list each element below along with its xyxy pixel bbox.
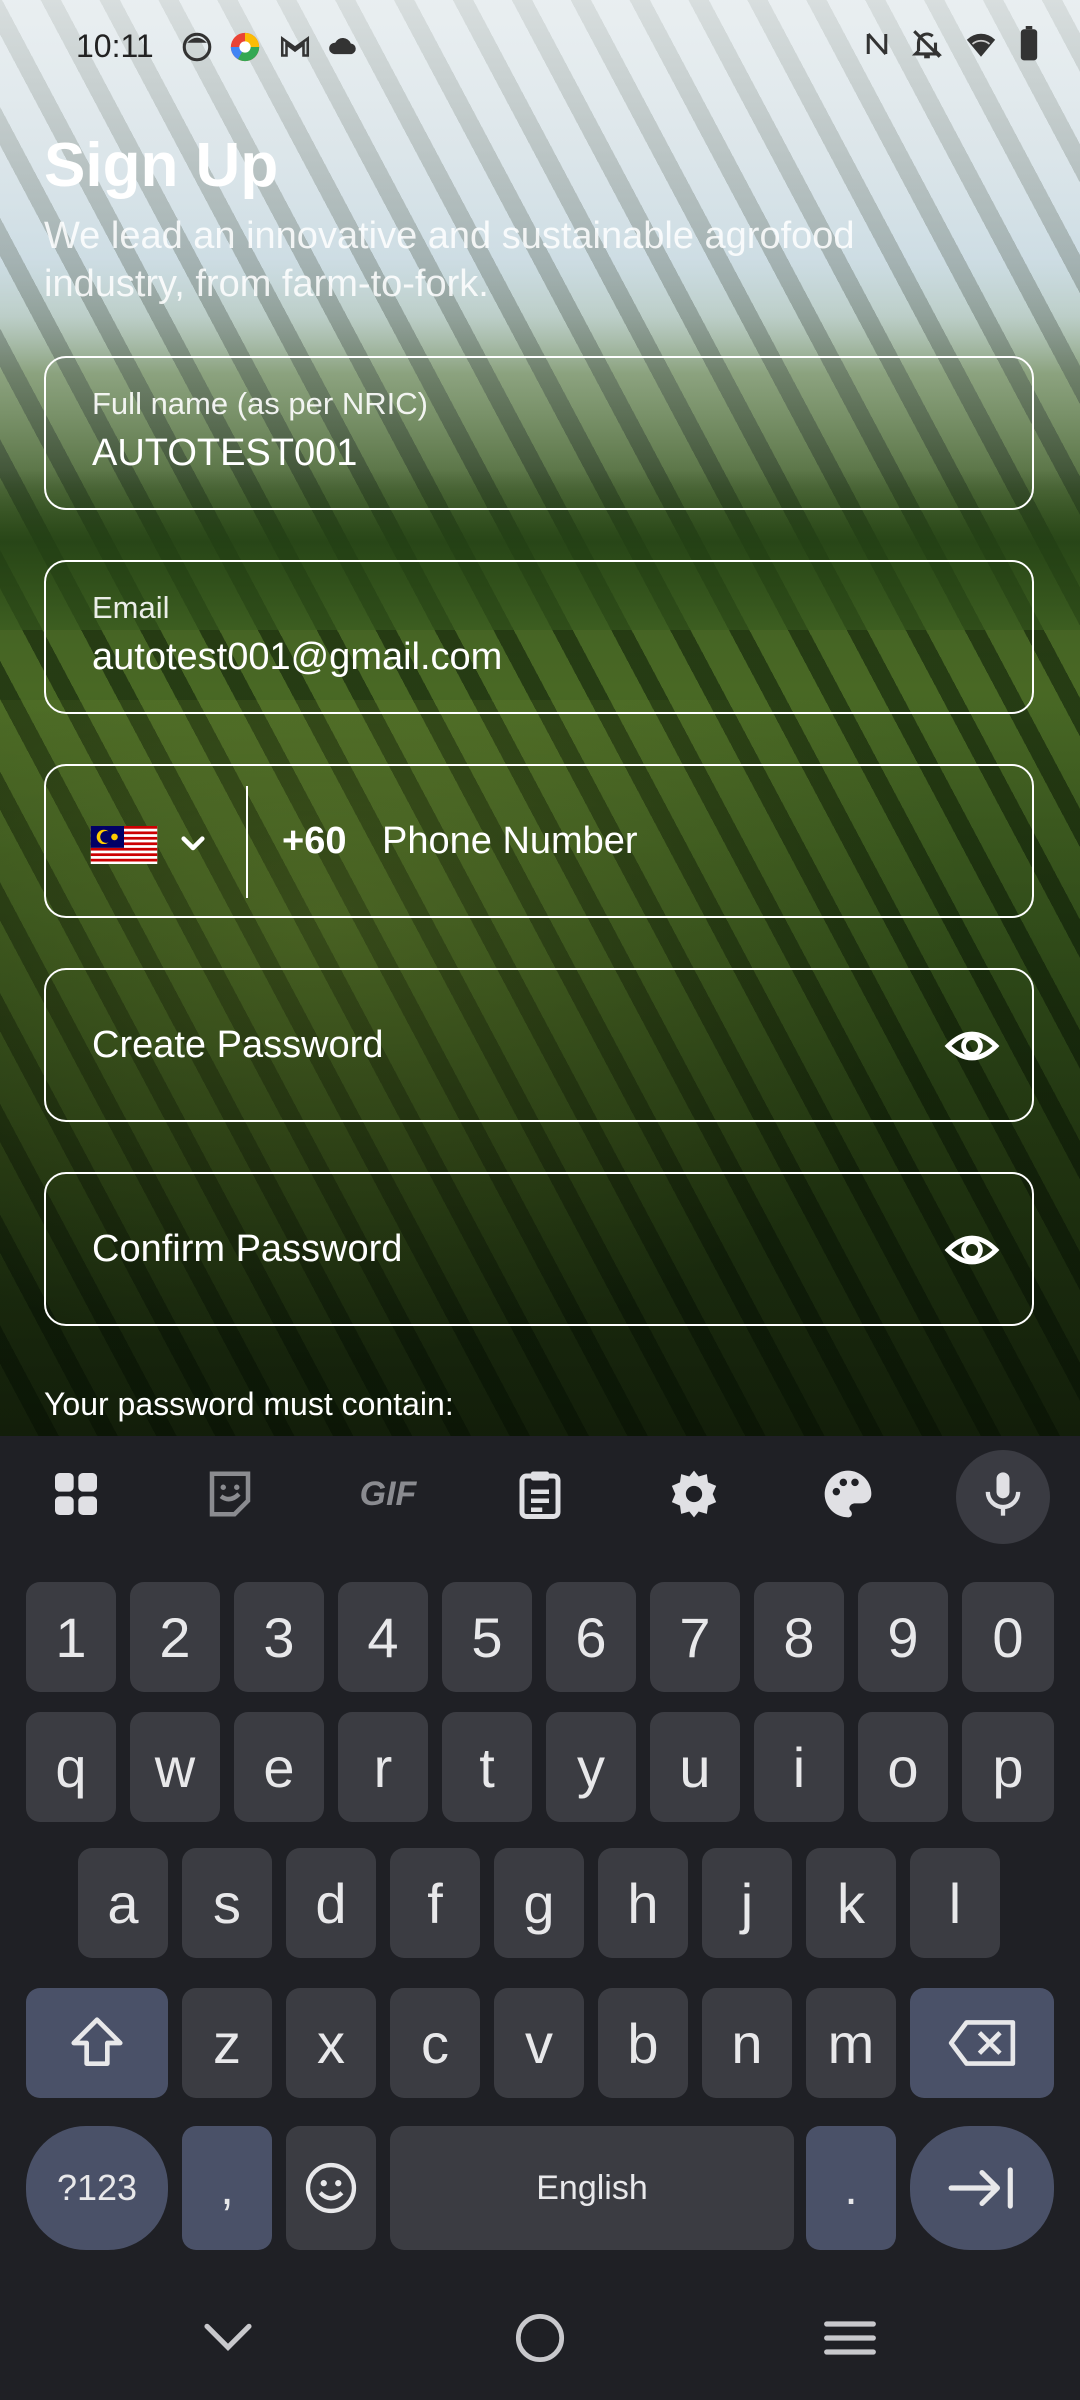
key-j[interactable]: j [702,1848,792,1958]
key-d[interactable]: d [286,1848,376,1958]
key-u[interactable]: u [650,1712,740,1822]
key-v[interactable]: v [494,1988,584,2098]
key-l[interactable]: l [910,1848,1000,1958]
settings-icon[interactable] [662,1462,726,1526]
key-z[interactable]: z [182,1988,272,2098]
key-g[interactable]: g [494,1848,584,1958]
palette-icon[interactable] [816,1462,880,1526]
key-s[interactable]: s [182,1848,272,1958]
wifi-icon [966,33,996,57]
backspace-icon [948,2020,1016,2066]
key-q[interactable]: q [26,1712,116,1822]
status-time: 10:11 [76,28,154,64]
apps-grid-icon[interactable] [44,1462,108,1526]
period-key[interactable]: . [806,2126,896,2250]
clipboard-icon[interactable] [508,1462,572,1526]
phone-input[interactable]: Phone Number [382,766,638,916]
comma-key[interactable]: , [182,2126,272,2250]
key-k[interactable]: k [806,1848,896,1958]
gmail-icon [280,36,310,57]
emoji-icon [305,2162,357,2214]
phone-divider [246,786,248,898]
page-title: Sign Up [44,131,279,200]
key-3[interactable]: 3 [234,1582,324,1692]
key-7[interactable]: 7 [650,1582,740,1692]
tab-next-icon [948,2167,1013,2209]
symbols-key[interactable]: ?123 [26,2126,168,2250]
key-t[interactable]: t [442,1712,532,1822]
key-4[interactable]: 4 [338,1582,428,1692]
nfc-icon [866,33,888,55]
key-w[interactable]: w [130,1712,220,1822]
backspace-key[interactable] [910,1988,1054,2098]
keyboard-toolbar: GIF [0,1436,1080,1556]
key-a[interactable]: a [78,1848,168,1958]
email-label: Email [92,590,170,625]
chevron-down-icon[interactable] [200,2318,256,2358]
key-1[interactable]: 1 [26,1582,116,1692]
emoji-key[interactable] [286,2126,376,2250]
home-circle-icon[interactable] [514,2312,566,2364]
battery-icon [1020,26,1038,61]
key-8[interactable]: 8 [754,1582,844,1692]
key-b[interactable]: b [598,1988,688,2098]
shift-icon [71,2017,123,2066]
key-p[interactable]: p [962,1712,1054,1822]
key-e[interactable]: e [234,1712,324,1822]
key-2[interactable]: 2 [130,1582,220,1692]
key-n[interactable]: n [702,1988,792,2098]
eye-icon[interactable] [944,1226,1000,1274]
key-x[interactable]: x [286,1988,376,2098]
key-y[interactable]: y [546,1712,636,1822]
create-password-field[interactable]: Create Password [44,968,1034,1122]
chrome-like-icon [230,32,260,62]
key-f[interactable]: f [390,1848,480,1958]
create-password-placeholder: Create Password [92,1024,384,1066]
key-h[interactable]: h [598,1848,688,1958]
key-o[interactable]: o [858,1712,948,1822]
keyboard: GIF 1 2 3 4 5 6 7 8 9 0 q w e r t y u i … [0,1436,1080,2400]
face-icon [182,32,212,62]
password-requirements-heading: Your password must contain: [44,1386,454,1422]
full-name-label: Full name (as per NRIC) [92,386,428,421]
key-6[interactable]: 6 [546,1582,636,1692]
phone-country-code: +60 [282,820,347,862]
page-subtitle: We lead an innovative and sustainable ag… [44,215,855,305]
email-value: autotest001@gmail.com [92,636,503,678]
key-0[interactable]: 0 [962,1582,1054,1692]
key-5[interactable]: 5 [442,1582,532,1692]
eye-icon[interactable] [944,1022,1000,1070]
status-bar: 10:11 [0,0,1080,96]
key-m[interactable]: m [806,1988,896,2098]
email-field[interactable]: Email autotest001@gmail.com [44,560,1034,714]
full-name-value: AUTOTEST001 [92,432,358,474]
bell-off-icon [911,30,943,59]
confirm-password-placeholder: Confirm Password [92,1228,403,1270]
key-c[interactable]: c [390,1988,480,2098]
menu-lines-icon[interactable] [822,2316,878,2360]
navigation-bar [0,2268,1080,2400]
key-i[interactable]: i [754,1712,844,1822]
key-r[interactable]: r [338,1712,428,1822]
malaysia-flag-icon[interactable] [90,826,158,864]
mic-icon[interactable] [971,1462,1035,1526]
confirm-password-field[interactable]: Confirm Password [44,1172,1034,1326]
chevron-down-icon[interactable] [176,828,210,860]
sticker-icon[interactable] [198,1462,262,1526]
gif-icon[interactable]: GIF [352,1462,424,1526]
shift-key[interactable] [26,1988,168,2098]
cloud-icon [329,37,356,55]
space-key[interactable]: English [390,2126,794,2250]
key-9[interactable]: 9 [858,1582,948,1692]
full-name-field[interactable]: Full name (as per NRIC) AUTOTEST001 [44,356,1034,510]
phone-field[interactable]: +60 Phone Number [44,764,1034,918]
next-key[interactable] [910,2126,1054,2250]
